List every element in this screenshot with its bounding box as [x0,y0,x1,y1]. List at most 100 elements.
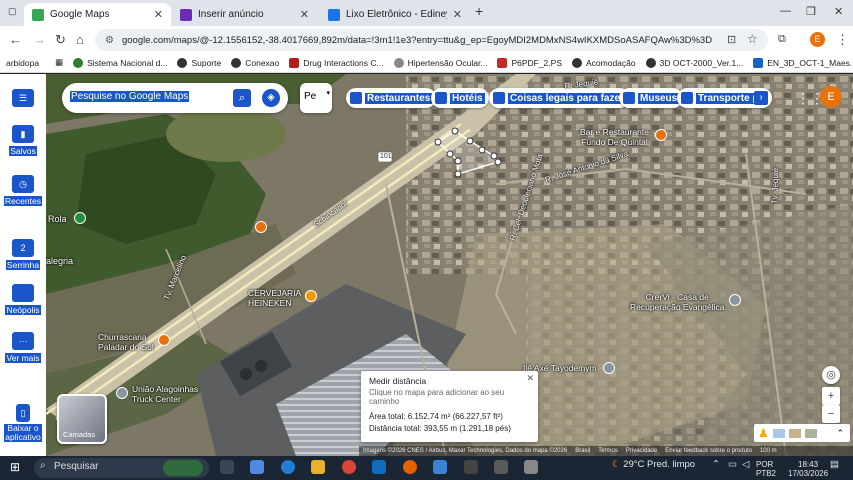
footer-country[interactable]: Brasil [575,448,590,454]
sidebar-item-salvos[interactable]: ▮ Salvos [4,125,42,157]
chip-museus[interactable]: Museus [619,88,684,108]
footer-feedback[interactable]: Enviar feedback sobre o produto [665,448,752,454]
back-icon[interactable]: ← [9,32,22,47]
bookmark-item[interactable]: Hipertensão Ocular... [393,57,487,68]
tab-google-maps[interactable]: Google Maps ✕ [24,3,171,26]
poi-uniao-alagoinhas[interactable]: União Alagoinhas Truck Center [132,384,198,404]
search-input[interactable]: Pesquise no Google Maps [70,91,190,102]
bookmark-item[interactable]: arbidopa [6,58,39,68]
copilot-icon[interactable] [250,460,264,474]
footer-privacy[interactable]: Privacidade [626,448,657,454]
clock[interactable]: 18:43 17/03/2026 [788,460,828,478]
menu-icon[interactable]: ⋮ [836,32,849,48]
chip-hoteis[interactable]: Hotéis [431,88,489,108]
close-tab-icon[interactable]: ✕ [154,8,163,21]
pe-button[interactable]: Pe ▾ [300,83,332,113]
chip-coisas-legais[interactable]: Coisas legais para fazer [489,88,630,108]
language-indicator[interactable]: POR PTB2 [756,460,776,478]
app-icon[interactable] [494,460,508,474]
tray-chevron-icon[interactable]: ⌃ [712,459,720,470]
start-icon[interactable]: ⊞ [10,460,20,474]
minimize-icon[interactable]: — [780,5,791,17]
volume-icon[interactable]: ◁ [742,459,749,470]
place-pin-icon[interactable] [603,362,615,374]
map-canvas[interactable]: 101 Pesquise no Google Maps ⌕ ◈ Pe ▾ Rest… [46,74,853,456]
zoom-in-button[interactable]: + [822,387,840,405]
tab-lixo-eletronico[interactable]: Lixo Eletrônico - Ediney vila - O ✕ [320,3,470,26]
bar-pin-icon[interactable] [305,290,317,302]
reload-icon[interactable]: ↻ [55,32,66,48]
taskbar-search[interactable]: ⌕ Pesquisar [34,458,209,478]
install-icon[interactable]: ⊡ [727,33,736,46]
bookmark-item[interactable]: Sistema Nacional d... [73,57,167,68]
home-icon[interactable]: ⌂ [76,32,84,47]
tab-search-icon[interactable]: ▢ [8,6,17,17]
chrome-icon[interactable] [342,460,356,474]
app-icon[interactable] [524,460,538,474]
chips-next-icon[interactable]: › [754,91,768,105]
task-view-icon[interactable] [220,460,234,474]
account-avatar[interactable]: E [820,86,842,108]
profile-avatar[interactable]: E [810,32,825,47]
tab-inserir-anuncio[interactable]: Inserir anúncio ✕ [172,3,317,26]
expand-icon[interactable]: ⌃ [836,428,844,439]
search-box[interactable]: Pesquise no Google Maps ⌕ ◈ [62,83,288,113]
bookmark-item[interactable]: 3D OCT-2000_Ver.1... [645,57,743,68]
weather-widget[interactable]: ☾ 29°C Pred. limpo [612,459,695,470]
bookmark-item[interactable]: P6PDF_2.PS [497,57,562,68]
poi-churrascaria[interactable]: Churrascaria Paladar do Sul [98,332,154,352]
poi-crervi[interactable]: CrerVi - Casa de Recuperação Evangélica [630,292,725,312]
bookmark-item[interactable]: EN_3D_OCT-1_Maes... [753,57,853,68]
outlook-icon[interactable] [372,460,386,474]
terrain-thumb-icon[interactable] [788,428,801,438]
bookmark-item[interactable]: Acomodação [572,57,636,68]
footer-terms[interactable]: Termos [598,448,618,454]
my-location-icon[interactable]: ◎ [822,366,840,384]
new-tab-icon[interactable]: + [475,3,483,19]
media-app-icon[interactable] [464,460,478,474]
place-pin-icon[interactable] [729,294,741,306]
park-pin-icon[interactable] [74,212,86,224]
sidebar-item-baixar-app[interactable]: ▯ Baixar o aplicativo [4,404,42,443]
search-icon[interactable]: ⌕ [233,89,251,107]
restaurant-pin-icon[interactable] [255,221,267,233]
close-window-icon[interactable]: ✕ [834,5,843,18]
layers-button[interactable]: Camadas [57,394,107,444]
network-icon[interactable]: ▭ [728,459,737,470]
bookmark-item[interactable]: Drug Interactions C... [289,57,384,68]
apps-icon[interactable]: ▦ [55,57,63,68]
notification-icon[interactable]: ▤ [830,459,839,470]
maximize-icon[interactable]: ❐ [806,5,816,18]
zoom-out-button[interactable]: − [822,405,840,423]
firefox-icon[interactable] [403,460,417,474]
close-panel-icon[interactable]: ✕ [526,373,534,384]
restaurant-pin-icon[interactable] [158,334,170,346]
sidebar-item-ver-mais[interactable]: ··· Ver mais [4,332,42,364]
store-icon[interactable] [433,460,447,474]
pegman-icon[interactable]: ♟ [758,426,769,440]
chip-restaurantes[interactable]: Restaurantes [346,88,437,108]
address-bar[interactable]: ⚙ google.com/maps/@-12.1556152,-38.40176… [95,29,768,51]
scale-bar[interactable]: 100 m [760,448,777,454]
sidebar-item-neopolis[interactable]: Neópolis [4,284,42,316]
poi-bar-fundo-de-quintal[interactable]: Bar e Restaurante Fundo De Quintal [580,127,649,147]
file-explorer-icon[interactable] [311,460,325,474]
globe-view-icon[interactable] [772,428,785,438]
bookmark-item[interactable]: Conexao [231,57,279,68]
sidebar-item-recentes[interactable]: ◷ Recentes [4,175,42,207]
forward-icon[interactable]: → [33,32,46,47]
place-pin-icon[interactable] [116,387,128,399]
site-info-icon[interactable]: ⚙ [105,35,114,46]
close-tab-icon[interactable]: ✕ [300,8,309,21]
poi-cervejaria-heineken[interactable]: CERVEJARIA HEINEKEN [248,288,301,308]
edge-icon[interactable] [281,460,295,474]
star-icon[interactable]: ☆ [747,32,758,46]
sidebar-item-serrinha[interactable]: 2 Serrinha [4,239,42,271]
satellite-thumb-icon[interactable] [804,428,817,438]
restaurant-pin-icon[interactable] [655,129,667,141]
menu-button[interactable]: ☰ [4,89,42,109]
close-tab-icon[interactable]: ✕ [453,8,462,21]
directions-icon[interactable]: ◈ [262,89,280,107]
bookmark-item[interactable]: Suporte [177,57,221,68]
extensions-icon[interactable]: ⧉ [778,33,786,46]
